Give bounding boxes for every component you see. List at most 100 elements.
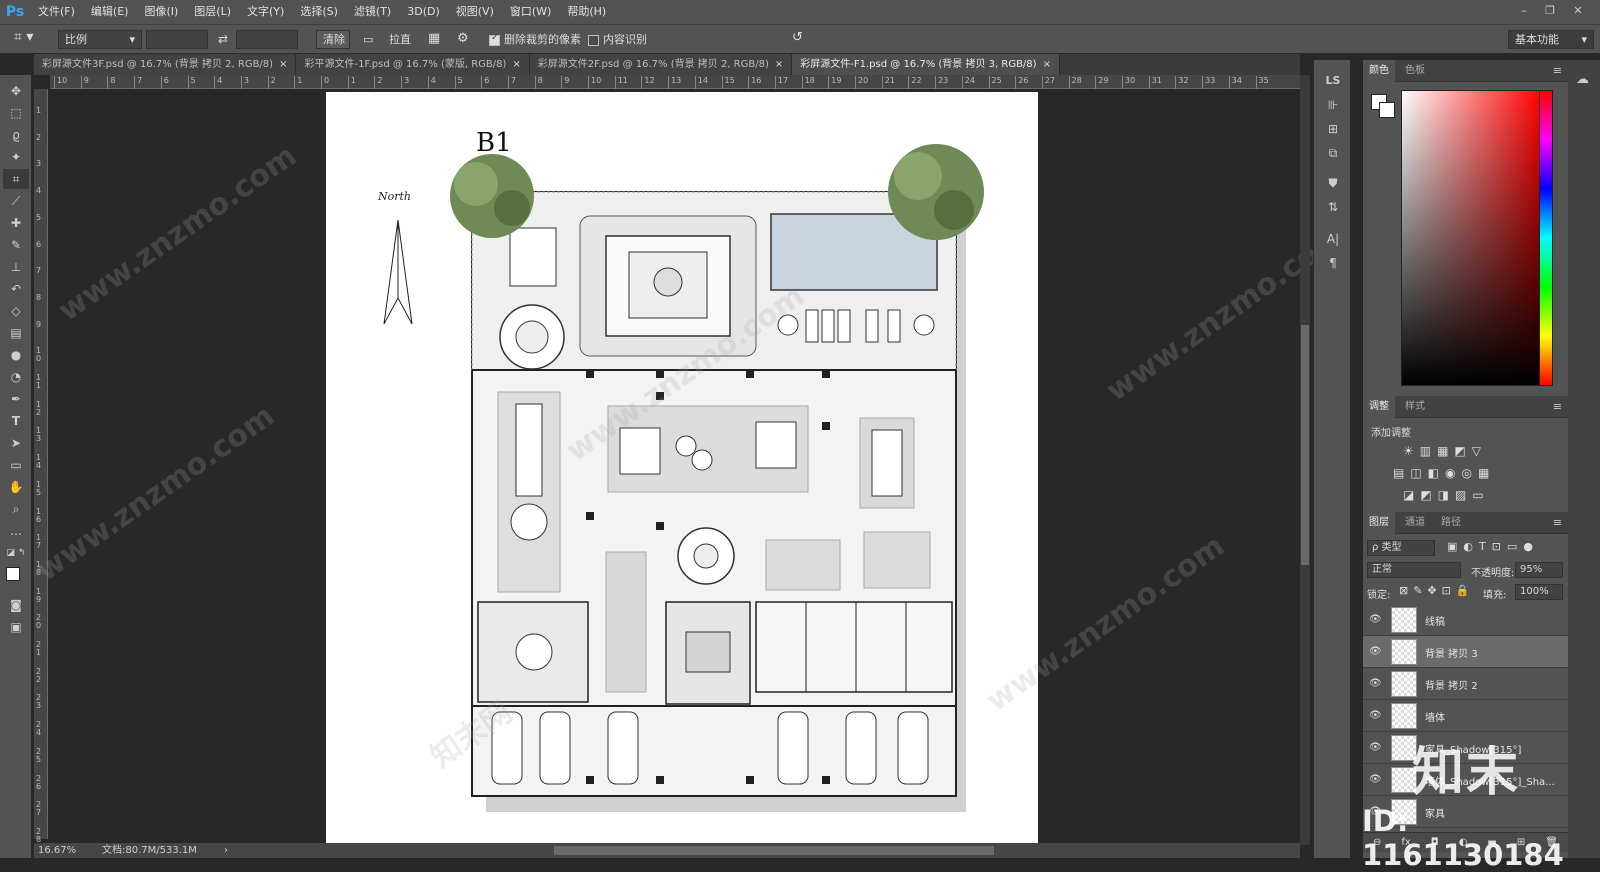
clone-source-icon[interactable]: ⧉: [1323, 144, 1343, 162]
zoom-level[interactable]: 16.67%: [38, 843, 76, 858]
eyedropper-icon[interactable]: ⟋: [3, 191, 29, 211]
tab-color[interactable]: 颜色: [1363, 60, 1395, 82]
adjustment-icons-row-1[interactable]: ☀▥▦◩▽: [1403, 444, 1487, 458]
tab-close-icon[interactable]: ×: [775, 59, 783, 70]
eye-icon[interactable]: 👁: [1369, 614, 1382, 626]
brush-tool-icon[interactable]: ✎: [3, 235, 29, 255]
menu-item[interactable]: 编辑(E): [83, 0, 137, 24]
vertical-scrollbar[interactable]: [1300, 75, 1310, 845]
crop-tool-icon[interactable]: ⌗ ▾: [14, 29, 33, 46]
tab-swatches[interactable]: 色板: [1399, 60, 1431, 82]
menu-item[interactable]: 文件(F): [30, 0, 83, 24]
character-icon[interactable]: A|: [1323, 230, 1343, 248]
minimize-button[interactable]: –: [1514, 2, 1534, 20]
eye-icon[interactable]: 👁: [1369, 678, 1382, 690]
lasso-tool-icon[interactable]: ϱ: [3, 125, 29, 145]
clear-button[interactable]: 清除: [316, 30, 350, 49]
layer-row[interactable]: 👁 背景 拷贝 3: [1363, 636, 1568, 668]
screen-mode-icon[interactable]: ▣: [3, 617, 29, 637]
eye-icon[interactable]: 👁: [1369, 646, 1382, 658]
doc-info[interactable]: 文档:80.7M/533.1M: [102, 843, 197, 858]
menu-item[interactable]: 文字(Y): [239, 0, 292, 24]
adjustment-icons-row-2[interactable]: ▤◫◧◉◎▦: [1393, 466, 1495, 480]
panel-menu-icon[interactable]: ≡: [1553, 396, 1562, 418]
straighten-icon[interactable]: ▭: [363, 31, 373, 48]
tab-close-icon[interactable]: ×: [1043, 59, 1051, 70]
menu-item[interactable]: 图层(L): [186, 0, 239, 24]
swap-colors-icon[interactable]: ◪ ↰: [3, 543, 29, 563]
menu-item[interactable]: 视图(V): [448, 0, 502, 24]
info-icon[interactable]: ⊞: [1323, 120, 1343, 138]
gradient-tool-icon[interactable]: ▤: [3, 323, 29, 343]
restore-button[interactable]: ❐: [1540, 2, 1560, 20]
more-tools-icon[interactable]: …: [3, 521, 29, 541]
bg-color-chip[interactable]: [1379, 102, 1395, 118]
grid-overlay-icon[interactable]: ▦: [428, 30, 440, 47]
scroll-thumb[interactable]: [1301, 325, 1309, 565]
panel-menu-icon[interactable]: ≡: [1553, 60, 1562, 82]
filter-icons[interactable]: ▣◐T⊡▭●: [1447, 540, 1539, 553]
eye-icon[interactable]: 👁: [1369, 710, 1382, 722]
width-input[interactable]: [146, 30, 208, 49]
tab-close-icon[interactable]: ×: [512, 59, 520, 70]
zoom-tool-icon[interactable]: ⌕: [3, 499, 29, 519]
eye-icon[interactable]: 👁: [1369, 742, 1382, 754]
ratio-select[interactable]: 比例 ▾: [58, 30, 142, 49]
layer-filter-select[interactable]: ρ 类型: [1367, 540, 1435, 556]
horizontal-scrollbar[interactable]: [554, 846, 994, 855]
color-field[interactable]: [1401, 90, 1543, 386]
healing-brush-icon[interactable]: ✚: [3, 213, 29, 233]
fill-input[interactable]: 100%: [1515, 584, 1563, 600]
menu-item[interactable]: 3D(D): [399, 0, 448, 24]
tab-adjustments[interactable]: 调整: [1363, 396, 1395, 418]
stamp-tool-icon[interactable]: ⊥: [3, 257, 29, 277]
layer-row[interactable]: 👁 背景 拷贝 2: [1363, 668, 1568, 700]
document-tab[interactable]: 彩屏源文件2F.psd @ 16.7% (背景 拷贝 2, RGB/8) ×: [529, 54, 793, 75]
pen-tool-icon[interactable]: ✒: [3, 389, 29, 409]
document-tab[interactable]: 彩屏源文件-F1.psd @ 16.7% (背景 拷贝 3, RGB/8) ×: [792, 54, 1060, 75]
menu-item[interactable]: 滤镜(T): [346, 0, 399, 24]
history-icon[interactable]: LS: [1323, 72, 1343, 90]
tab-close-icon[interactable]: ×: [279, 59, 287, 70]
type-tool-icon[interactable]: T: [3, 411, 29, 431]
document-tab[interactable]: 彩屏源文件3F.psd @ 16.7% (背景 拷贝 2, RGB/8) ×: [34, 54, 297, 75]
status-arrow-icon[interactable]: ›: [224, 843, 228, 858]
opacity-input[interactable]: 95%: [1515, 562, 1563, 578]
magic-wand-icon[interactable]: ✦: [3, 147, 29, 167]
move-tool-icon[interactable]: ✥: [3, 81, 29, 101]
document-tab[interactable]: 彩平源文件-1F.psd @ 16.7% (蒙版, RGB/8) ×: [296, 54, 530, 75]
blend-mode-select[interactable]: 正常: [1367, 562, 1461, 578]
history-brush-icon[interactable]: ↶: [3, 279, 29, 299]
panel-menu-icon[interactable]: ≡: [1553, 512, 1562, 534]
eye-icon[interactable]: 👁: [1369, 774, 1382, 786]
paragraph-icon[interactable]: ¶: [1323, 254, 1343, 272]
menu-item[interactable]: 帮助(H): [559, 0, 614, 24]
eraser-icon[interactable]: ◇: [3, 301, 29, 321]
adjustment-icons-row-3[interactable]: ◪◩◨▨▭: [1403, 488, 1490, 502]
hand-tool-icon[interactable]: ✋: [3, 477, 29, 497]
foreground-color-swatch[interactable]: [6, 567, 20, 581]
tab-layers[interactable]: 图层: [1363, 512, 1395, 534]
properties-icon[interactable]: ⊪: [1323, 96, 1343, 114]
height-input[interactable]: [236, 30, 298, 49]
reset-icon[interactable]: ↺: [792, 29, 803, 46]
crop-tool-icon[interactable]: ⌗: [3, 169, 29, 189]
tab-paths[interactable]: 路径: [1435, 512, 1467, 534]
dodge-tool-icon[interactable]: ◔: [3, 367, 29, 387]
gear-icon[interactable]: ⚙: [457, 30, 469, 47]
brush-preset-icon[interactable]: ⛊: [1323, 174, 1343, 192]
path-select-icon[interactable]: ➤: [3, 433, 29, 453]
workspace-select[interactable]: 基本功能 ▾: [1508, 30, 1594, 49]
menu-item[interactable]: 窗口(W): [502, 0, 559, 24]
marquee-tool-icon[interactable]: ⬚: [3, 103, 29, 123]
tab-styles[interactable]: 样式: [1399, 396, 1431, 418]
blur-tool-icon[interactable]: ●: [3, 345, 29, 365]
close-window-button[interactable]: ✕: [1568, 2, 1588, 20]
hue-slider[interactable]: [1539, 90, 1553, 386]
libraries-icon[interactable]: ☁: [1576, 72, 1589, 87]
tab-channels[interactable]: 通道: [1399, 512, 1431, 534]
straighten-label[interactable]: 拉直: [389, 31, 411, 48]
menu-item[interactable]: 图像(I): [136, 0, 186, 24]
shape-tool-icon[interactable]: ▭: [3, 455, 29, 475]
quick-mask-icon[interactable]: ◙: [3, 595, 29, 615]
